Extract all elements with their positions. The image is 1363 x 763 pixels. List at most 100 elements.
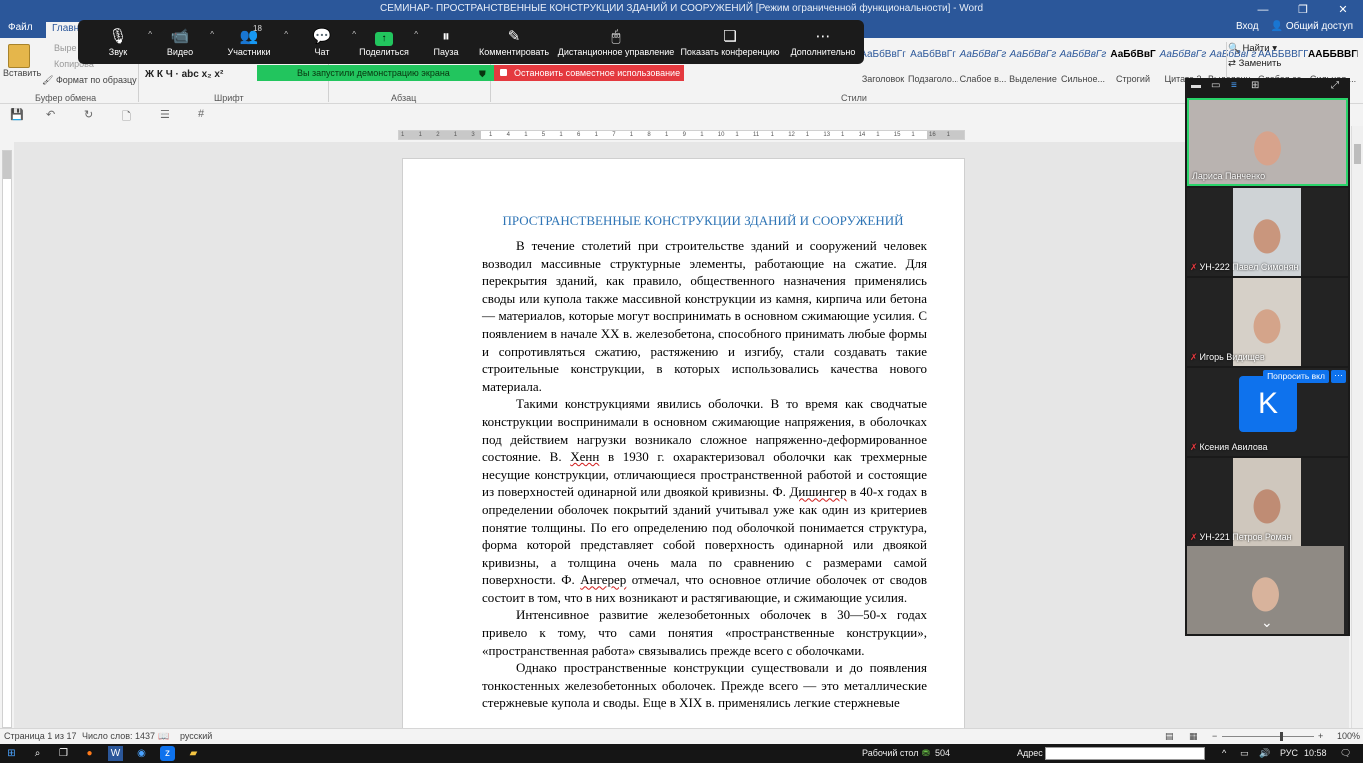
sharing-banner: Вы запустили демонстрацию экрана ⛊ <box>257 65 494 81</box>
zoom-out-button[interactable]: − <box>1212 731 1217 741</box>
horizontal-ruler[interactable]: 1121314151617181911011111211311411511611… <box>398 130 965 140</box>
style-name: Выделение <box>1009 74 1057 84</box>
zoom-slider-knob[interactable] <box>1280 732 1283 741</box>
remote-control-button[interactable]: 🖱 Дистанционное управление <box>556 20 676 64</box>
participant-tile[interactable]: ✗ УН-221 Петров Роман <box>1187 458 1348 546</box>
spell-error-word[interactable]: Ангерер <box>580 572 626 587</box>
participant-tile[interactable]: Лариса Панченко <box>1187 98 1348 186</box>
show-conference-button[interactable]: ❏ Показать конференцию <box>680 20 780 64</box>
zoom-in-button[interactable]: + <box>1318 731 1323 741</box>
paste-icon[interactable] <box>8 44 30 68</box>
word-count[interactable]: Число слов: 1437 <box>82 731 155 741</box>
style-item[interactable]: АаБбВвГг Сильное... <box>1058 49 1108 84</box>
spell-error-word[interactable]: Хенн <box>570 449 599 464</box>
vertical-scrollbar[interactable] <box>1351 126 1363 728</box>
participants-button[interactable]: 👥 18 ^ Участники <box>204 20 294 64</box>
font-format-buttons[interactable]: Ж К Ч · abc x₂ x² <box>145 69 223 80</box>
strip-view-icon[interactable]: ▭ <box>1211 80 1220 91</box>
list-icon[interactable]: ☰ <box>160 108 170 121</box>
sign-in-link[interactable]: Вход <box>1236 21 1259 32</box>
format-painter-button[interactable]: 🖌 Формат по образцу <box>42 75 137 86</box>
participant-name-tag: ✗ Игорь Видищев <box>1190 352 1265 363</box>
hash-icon[interactable]: # <box>198 108 204 120</box>
scrollbar-thumb[interactable] <box>1354 144 1361 164</box>
zoom-app-icon[interactable]: z <box>160 746 175 761</box>
participant-name-tag: ✗ УН-221 Петров Роман <box>1190 532 1292 543</box>
find-label: Найти <box>1242 43 1270 54</box>
battery-icon[interactable]: ▭ <box>1240 748 1249 759</box>
shield-icon[interactable]: ⛊ <box>479 66 486 82</box>
participant-tile[interactable]: ✗ УН-222 Павел Симонян <box>1187 188 1348 276</box>
ruler-tick-label: 6 <box>577 132 581 138</box>
style-item[interactable]: АаБбВвГг Заголовок <box>858 49 908 84</box>
address-input[interactable] <box>1045 747 1205 760</box>
participant-tile[interactable]: ✗ Игорь Видищев <box>1187 278 1348 366</box>
notifications-icon[interactable]: 🗨 <box>1340 748 1351 759</box>
spell-error-word[interactable]: Дишингер <box>789 484 846 499</box>
ruler-tick-label: 1 <box>418 132 422 138</box>
share-doc-button[interactable]: 👤 Общий доступ <box>1271 21 1353 32</box>
quick-access-toolbar: 💾 ↶ ↻ 🗋 ☰ # <box>0 104 1363 126</box>
replace-button[interactable]: ⇄ Заменить <box>1228 56 1281 71</box>
tab-file[interactable]: Файл <box>8 22 33 33</box>
undo-icon[interactable]: ↶ <box>46 108 55 121</box>
redo-icon[interactable]: ↻ <box>84 108 93 121</box>
ruler-top-margin <box>3 151 11 179</box>
language-indicator[interactable]: русский <box>180 731 212 741</box>
document-canvas[interactable]: ПРОСТРАНСТВЕННЫЕ КОНСТРУКЦИИ ЗДАНИЙ И СО… <box>14 142 1349 728</box>
ruler-tick-label: 1 <box>770 132 774 138</box>
word-app-icon[interactable]: W <box>108 746 123 761</box>
address-toolbar-label: Адрес <box>1017 748 1043 758</box>
style-item[interactable]: АаБбВвГг Слабое в... <box>958 49 1008 84</box>
zoom-slider[interactable] <box>1222 732 1314 741</box>
participant-name: Игорь Видищев <box>1199 352 1265 362</box>
search-icon[interactable]: ⌕ <box>30 746 45 761</box>
browser-icon[interactable]: ◉ <box>134 746 149 761</box>
volume-icon[interactable]: 🔊 <box>1259 748 1270 759</box>
ruler-tick-label: 1 <box>559 132 563 138</box>
list-view-icon[interactable]: ≡ <box>1231 80 1237 91</box>
stop-share-button[interactable]: Остановить совместное использование <box>494 65 684 81</box>
input-language[interactable]: РУС <box>1280 748 1298 758</box>
new-document-icon[interactable]: 🗋 <box>122 108 131 127</box>
read-mode-icon[interactable]: ▤ <box>1165 731 1174 742</box>
clock[interactable]: 10:58 <box>1304 748 1327 758</box>
paste-button[interactable]: Вставить <box>3 68 41 78</box>
save-icon[interactable]: 💾 <box>10 108 24 121</box>
print-layout-icon[interactable]: ▦ <box>1189 731 1198 742</box>
windows-start-icon[interactable]: ⊞ <box>4 746 19 761</box>
document-body[interactable]: В течение столетий при строительстве зда… <box>482 237 927 712</box>
network-tray-icon[interactable]: ⛃ <box>922 748 930 759</box>
chevron-down-icon[interactable]: ⌄ <box>1261 614 1273 631</box>
style-item[interactable]: АаБбВвГ Строгий <box>1108 49 1158 84</box>
expand-icon[interactable]: ⤢ <box>1331 80 1339 91</box>
tray-chevron-icon[interactable]: ^ <box>1222 748 1226 758</box>
cut-button[interactable]: Выре <box>54 43 76 53</box>
folder-icon[interactable]: ▰ <box>186 746 201 761</box>
close-button[interactable]: ✕ <box>1323 0 1363 20</box>
proofing-icon[interactable]: 📖 <box>158 731 169 742</box>
ruler-tick-label: 1 <box>524 132 528 138</box>
firefox-icon[interactable]: ● <box>82 746 97 761</box>
style-name: Слабое в... <box>959 74 1007 84</box>
document-page[interactable]: ПРОСТРАНСТВЕННЫЕ КОНСТРУКЦИИ ЗДАНИЙ И СО… <box>402 158 965 728</box>
minimize-panel-icon[interactable]: ▬ <box>1191 80 1201 91</box>
ruler-tick-label: 10 <box>717 132 725 138</box>
style-item[interactable]: АаБбВвГг Выделение <box>1008 49 1058 84</box>
desktop-toolbar-label[interactable]: Рабочий стол <box>862 748 919 758</box>
more-options-button[interactable]: ⋯ Дополнительно <box>783 20 863 64</box>
vertical-ruler[interactable] <box>2 150 12 728</box>
grid-view-icon[interactable]: ⊞ <box>1251 80 1259 91</box>
tile-more-button[interactable]: ··· <box>1331 370 1346 383</box>
page-counter[interactable]: Страница 1 из 17 <box>4 731 76 741</box>
task-view-icon[interactable]: ❐ <box>56 746 71 761</box>
ask-to-unmute-button[interactable]: Попросить вкл <box>1263 370 1329 383</box>
style-item[interactable]: АаБбВвГг Подзаголо... <box>908 49 958 84</box>
restore-button[interactable]: ❐ <box>1283 0 1323 20</box>
remote-control-label: Дистанционное управление <box>557 47 675 57</box>
minimize-button[interactable]: — <box>1243 0 1283 20</box>
zoom-level[interactable]: 100% <box>1337 731 1360 741</box>
annotate-button[interactable]: ✎ Комментировать <box>474 20 554 64</box>
person-icon: 👤 <box>1270 21 1286 32</box>
find-button[interactable]: 🔍 Найти ▾ <box>1228 41 1281 56</box>
